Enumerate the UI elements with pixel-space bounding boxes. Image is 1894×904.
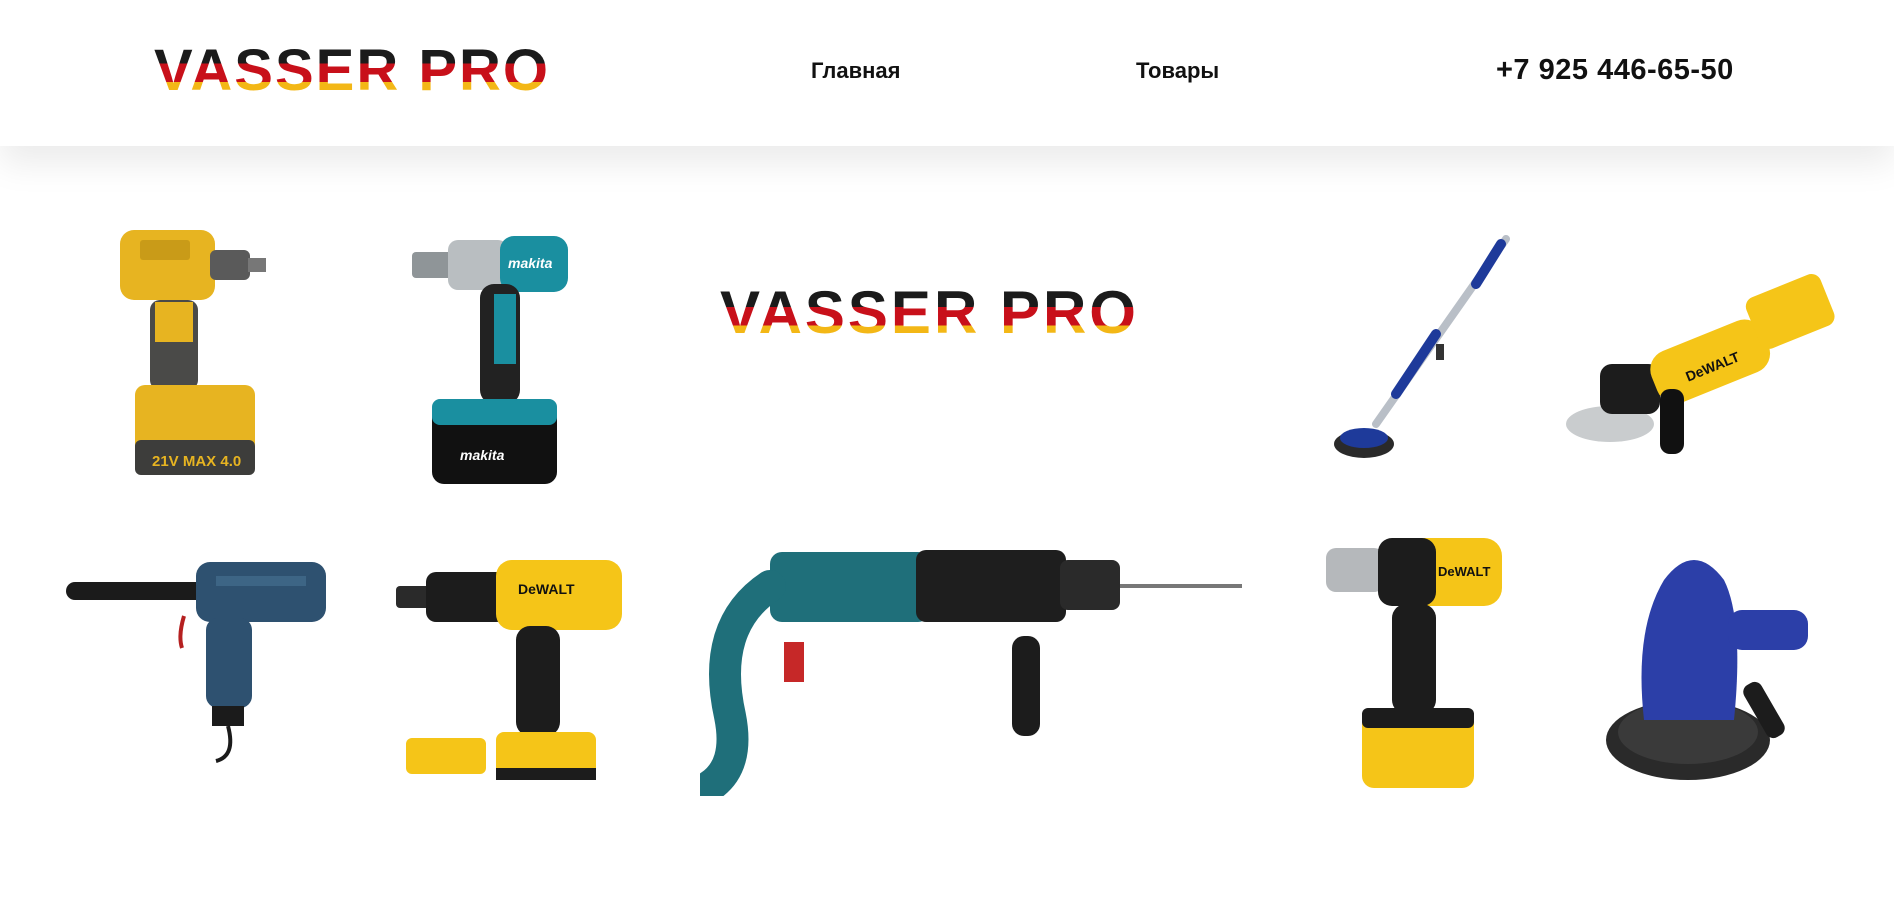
product-impact-wrench-yellow[interactable]: 21V MAX 4.0 (110, 230, 280, 490)
brand-label: DeWALT (1438, 564, 1491, 579)
product-drill-dewalt[interactable]: DeWALT (396, 554, 630, 794)
phone-number[interactable]: +7 925 446-65-50 (1496, 54, 1734, 87)
product-rotary-hammer[interactable] (700, 546, 1244, 796)
rivet-gun-image (66, 562, 326, 763)
impact-wrench-makita-image: makita makita (412, 236, 568, 484)
header-logo[interactable]: VASSER PRO (154, 40, 550, 102)
impact-wrench-dewalt-image: DeWALT (1326, 538, 1502, 788)
battery-label: 21V MAX 4.0 (152, 453, 241, 470)
nav-link-products[interactable]: Товары (1136, 58, 1219, 84)
drywall-sander-pole-image (1334, 235, 1510, 458)
product-drywall-sander-pole[interactable] (1316, 234, 1516, 474)
angle-grinder-dewalt-image: DeWALT (1566, 273, 1835, 454)
brand-label: DeWALT (518, 581, 575, 597)
product-angle-grinder-dewalt[interactable]: DeWALT (1560, 264, 1836, 464)
impact-wrench-yellow-image: 21V MAX 4.0 (120, 230, 266, 475)
battery-brand-label: makita (460, 447, 505, 463)
brand-label: makita (508, 255, 553, 271)
product-impact-wrench-dewalt[interactable]: DeWALT (1326, 532, 1506, 794)
hero-banner: 21V MAX 4.0 makita makita VASSER PRO DeW… (0, 146, 1894, 904)
nav-link-home[interactable]: Главная (811, 58, 900, 84)
site-header: VASSER PRO Главная Товары +7 925 446-65-… (0, 0, 1894, 146)
drill-dewalt-image: DeWALT (396, 560, 622, 780)
hero-logo: VASSER PRO (720, 279, 1139, 346)
product-impact-wrench-makita[interactable]: makita makita (412, 234, 572, 494)
product-drywall-sander-blue[interactable] (1604, 540, 1820, 786)
drywall-sander-blue-image (1606, 560, 1808, 780)
rotary-hammer-image (700, 550, 1242, 796)
product-rivet-gun[interactable] (66, 556, 330, 766)
